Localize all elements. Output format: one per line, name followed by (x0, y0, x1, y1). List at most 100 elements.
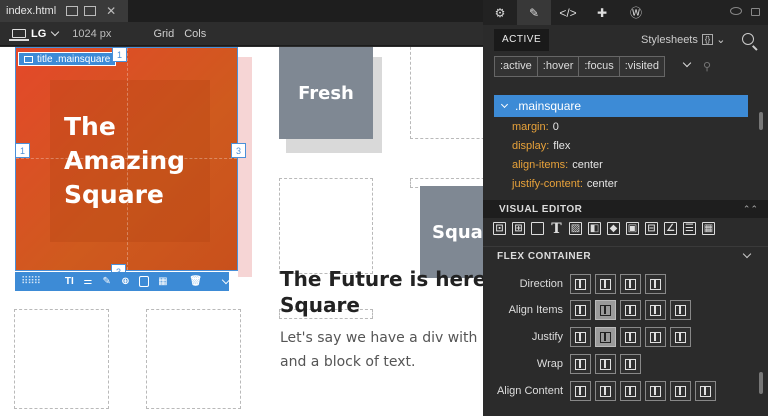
text-size-icon[interactable]: TI (64, 276, 75, 287)
file-tab[interactable]: index.html ✕ (0, 0, 128, 22)
flex-option-button[interactable] (595, 354, 616, 374)
brush-icon[interactable]: ✎ (517, 0, 551, 25)
flex-option-button[interactable] (570, 300, 591, 320)
wordpress-icon[interactable]: Ⓦ (619, 0, 653, 25)
flex-option-icon (575, 278, 586, 290)
square-box-label: Squa (432, 221, 483, 243)
spacing-icon[interactable]: ⊞ (512, 222, 525, 235)
css-selector[interactable]: .mainsquare (494, 95, 748, 117)
flex-option-button[interactable] (570, 274, 591, 294)
flex-option-icon (675, 331, 686, 343)
pin-icon[interactable]: ⚲ (703, 60, 711, 73)
flex-option-button[interactable] (570, 381, 591, 401)
margin-handle-top[interactable]: 1 (112, 47, 127, 62)
drag-handle[interactable]: ⠿⠿⠿ (21, 276, 41, 287)
chevron-down-icon[interactable]: ⌄ (716, 33, 725, 46)
window-icon[interactable] (66, 6, 79, 16)
flex-option-button[interactable] (670, 327, 691, 347)
brush-icon[interactable]: ✎ (101, 276, 112, 287)
list-icon[interactable]: ☰ (683, 222, 696, 235)
flex-option-button[interactable] (645, 300, 666, 320)
css-declaration[interactable]: justify-content: center (494, 174, 748, 193)
flex-option-button[interactable] (570, 327, 591, 347)
flex-option-button[interactable] (620, 300, 641, 320)
position-icon[interactable]: ⊡ (493, 222, 506, 235)
lock-icon[interactable] (751, 8, 760, 16)
paragraph[interactable]: Let's say we have a div with and a block… (280, 326, 477, 374)
flex-container-header[interactable]: FLEX CONTAINER (483, 246, 768, 266)
background-icon[interactable]: ▨ (569, 222, 582, 235)
flex-option-button[interactable] (595, 327, 616, 347)
transform-icon[interactable]: ⊟ (645, 222, 658, 235)
visual-editor-header[interactable]: VISUAL EDITOR (483, 200, 768, 218)
flex-option-button[interactable] (595, 300, 616, 320)
active-tab[interactable]: ACTIVE (494, 29, 550, 51)
css-declaration[interactable]: margin: 0 (494, 117, 748, 136)
settings-icon[interactable]: ⚙ (483, 0, 517, 25)
editor-toolbar: LG 1024 px Grid Cols (0, 22, 483, 46)
layout-icon[interactable]: ◧ (588, 222, 601, 235)
border-icon[interactable] (531, 222, 544, 235)
flex-option-icon (625, 304, 636, 316)
flex-option-button[interactable] (670, 381, 691, 401)
css-selector-label: .mainsquare (515, 99, 582, 113)
flex-option-button[interactable] (620, 327, 641, 347)
flex-option-button[interactable] (670, 300, 691, 320)
chevron-down-icon[interactable] (682, 58, 692, 68)
grid-toggle[interactable]: Grid (153, 28, 174, 40)
main-square-title[interactable]: The Amazing Square (64, 110, 185, 212)
collapse-icon[interactable]: ⌃⌃ (743, 204, 758, 215)
margin-handle-left[interactable]: 1 (15, 143, 30, 158)
grid-icon[interactable]: ▦ (157, 276, 168, 287)
flex-option-button[interactable] (695, 381, 716, 401)
flex-option-button[interactable] (570, 354, 591, 374)
table-icon[interactable]: ▦ (702, 222, 715, 235)
collapse-icon[interactable] (500, 100, 509, 109)
puzzle-icon[interactable]: ✚ (585, 0, 619, 25)
code-icon[interactable]: </> (551, 0, 585, 25)
angle-icon[interactable]: ∠ (664, 222, 677, 235)
insert-icon[interactable] (138, 276, 150, 287)
search-icon[interactable] (742, 33, 754, 45)
flex-option-button[interactable] (645, 274, 666, 294)
eye-icon[interactable] (730, 7, 742, 15)
element-badge-label: title .mainsquare (37, 53, 111, 65)
stylesheets-select[interactable]: Stylesheets {} ⌄ (641, 33, 725, 47)
margin-handle-right[interactable]: 3 (231, 143, 246, 158)
flex-option-button[interactable] (595, 381, 616, 401)
trash-icon[interactable]: 🗑 (189, 276, 202, 287)
cols-toggle[interactable]: Cols (184, 28, 206, 40)
add-icon[interactable]: ⊕ (120, 276, 131, 287)
panel-tabs: ⚙ ✎ </> ✚ Ⓦ (483, 0, 768, 25)
stylesheets-label: Stylesheets (641, 33, 698, 46)
css-declaration[interactable]: align-items: center (494, 155, 748, 174)
fill-icon[interactable]: ◆ (607, 222, 620, 235)
sliders-icon[interactable]: ⚌ (83, 276, 94, 287)
flex-option-button[interactable] (595, 274, 616, 294)
square-box[interactable]: Squa (420, 186, 483, 278)
fresh-box[interactable]: Fresh (279, 47, 373, 139)
css-declaration[interactable]: display: flex (494, 136, 748, 155)
headline[interactable]: The Future is here Square (280, 266, 490, 318)
scrollbar[interactable] (759, 372, 763, 394)
flex-option-button[interactable] (620, 381, 641, 401)
flex-option-button[interactable] (645, 327, 666, 347)
pseudo-focus-button[interactable]: :focus (578, 56, 620, 77)
effects-icon[interactable]: ▣ (626, 222, 639, 235)
flex-option-button[interactable] (620, 354, 641, 374)
device-size-select[interactable]: LG (31, 28, 46, 40)
pseudo-active-button[interactable]: :active (494, 56, 538, 77)
chevron-down-icon[interactable] (51, 27, 60, 37)
main-square[interactable]: The Amazing Square (15, 47, 238, 271)
pseudo-hover-button[interactable]: :hover (536, 56, 580, 77)
pseudo-visited-button[interactable]: :visited (618, 56, 665, 77)
scrollbar[interactable] (759, 112, 763, 130)
typography-icon[interactable]: T (550, 221, 563, 237)
flex-option-icon (575, 331, 586, 343)
flex-option-button[interactable] (645, 381, 666, 401)
flex-option-button[interactable] (620, 274, 641, 294)
element-badge[interactable]: title .mainsquare (18, 52, 117, 66)
laptop-icon[interactable] (9, 29, 29, 41)
external-window-icon[interactable] (84, 6, 97, 16)
close-icon[interactable]: ✕ (106, 4, 116, 18)
